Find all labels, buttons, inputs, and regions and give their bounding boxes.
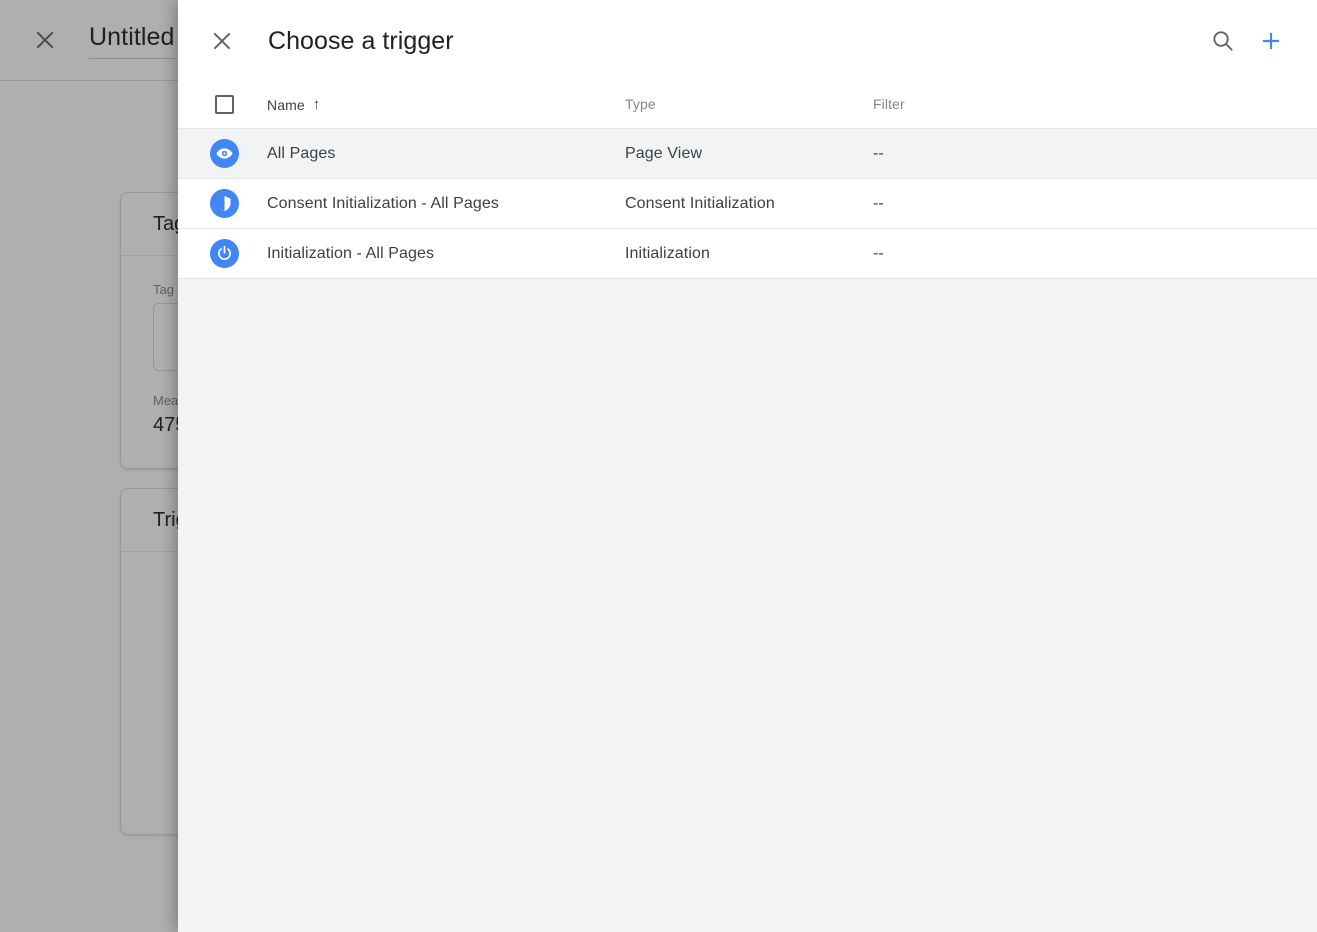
- row-name-cell: Initialization - All Pages: [267, 245, 625, 263]
- select-all-cell: [178, 95, 267, 114]
- eye-icon: [210, 139, 239, 168]
- row-type-cell: Page View: [625, 145, 873, 163]
- power-icon: [210, 239, 239, 268]
- trigger-filter: --: [873, 244, 884, 262]
- table-header-row: Name ↑ Type Filter: [178, 81, 1317, 129]
- triggers-table: Name ↑ Type Filter All Pages Page View -…: [178, 81, 1317, 932]
- trigger-type: Initialization: [625, 244, 711, 262]
- search-icon: [1210, 28, 1236, 54]
- trigger-type: Page View: [625, 144, 703, 162]
- sort-ascending-icon: ↑: [312, 96, 321, 113]
- column-header-name[interactable]: Name ↑: [267, 97, 625, 113]
- column-header-type-label: Type: [625, 95, 656, 112]
- trigger-name: Consent Initialization - All Pages: [267, 194, 499, 212]
- column-header-type[interactable]: Type: [625, 96, 873, 114]
- row-type-cell: Initialization: [625, 245, 873, 263]
- trigger-name: All Pages: [267, 144, 336, 162]
- row-filter-cell: --: [873, 195, 1317, 213]
- trigger-name: Initialization - All Pages: [267, 244, 435, 262]
- column-header-filter[interactable]: Filter: [873, 96, 1317, 114]
- search-button[interactable]: [1199, 17, 1247, 65]
- trigger-type: Consent Initialization: [625, 194, 775, 212]
- column-header-name-label: Name: [267, 96, 305, 113]
- row-filter-cell: --: [873, 145, 1317, 163]
- screen-root: Untitled Tag Configuration Tag Type Meas…: [0, 0, 1317, 932]
- trigger-filter: --: [873, 144, 884, 162]
- dialog-header: Choose a trigger: [178, 0, 1317, 81]
- row-icon-cell: [178, 139, 267, 168]
- table-row[interactable]: Initialization - All Pages Initializatio…: [178, 229, 1317, 279]
- row-icon-cell: [178, 239, 267, 268]
- row-icon-cell: [178, 189, 267, 218]
- column-header-filter-label: Filter: [873, 95, 905, 112]
- row-filter-cell: --: [873, 245, 1317, 263]
- row-type-cell: Consent Initialization: [625, 195, 873, 213]
- close-icon[interactable]: [198, 17, 246, 65]
- table-row[interactable]: Consent Initialization - All Pages Conse…: [178, 179, 1317, 229]
- select-all-checkbox[interactable]: [215, 95, 234, 114]
- row-name-cell: Consent Initialization - All Pages: [267, 195, 625, 213]
- trigger-filter: --: [873, 194, 884, 212]
- plus-icon: [1258, 28, 1284, 54]
- add-trigger-button[interactable]: [1247, 17, 1295, 65]
- dialog-title: Choose a trigger: [268, 26, 454, 55]
- row-name-cell: All Pages: [267, 145, 625, 163]
- shield-icon: [210, 189, 239, 218]
- choose-a-trigger-dialog: Choose a trigger Name ↑ Type Filter All …: [178, 0, 1317, 932]
- table-row[interactable]: All Pages Page View --: [178, 129, 1317, 179]
